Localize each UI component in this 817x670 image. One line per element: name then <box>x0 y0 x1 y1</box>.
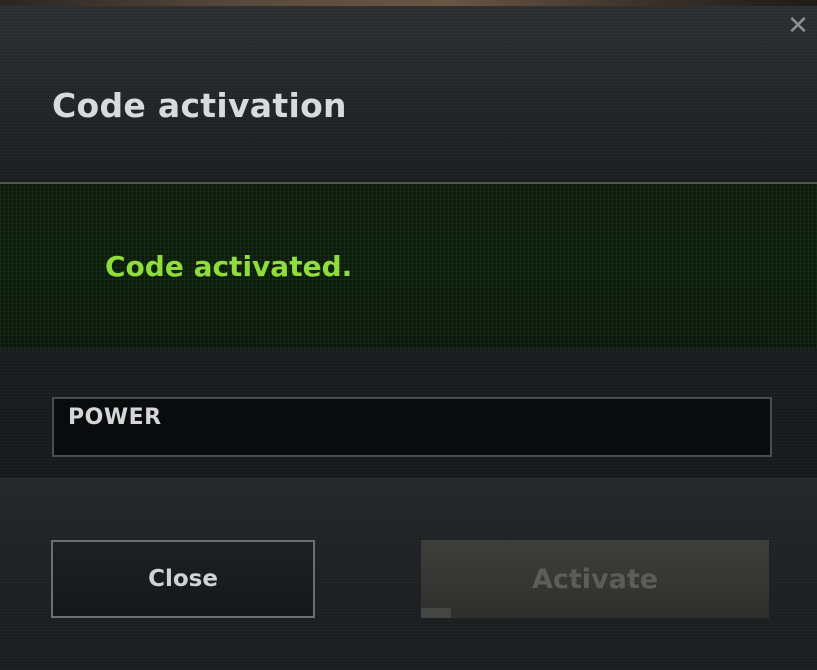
status-panel: Code activated. <box>0 182 817 350</box>
dialog-header: Code activation <box>0 6 817 178</box>
activate-button-label: Activate <box>531 563 659 595</box>
code-activation-dialog: Code activation ✕ Code activated. POWER … <box>0 0 817 670</box>
dialog-footer: Close Activate <box>0 479 817 670</box>
code-input[interactable]: POWER <box>52 397 772 457</box>
code-input-value: POWER <box>68 405 162 430</box>
input-section: POWER <box>0 348 817 479</box>
close-icon[interactable]: ✕ <box>786 13 810 39</box>
close-button[interactable]: Close <box>51 540 315 618</box>
button-corner-decoration <box>421 608 451 618</box>
status-message: Code activated. <box>105 250 353 283</box>
activate-button[interactable]: Activate <box>421 540 769 618</box>
dialog-title: Code activation <box>52 86 347 125</box>
